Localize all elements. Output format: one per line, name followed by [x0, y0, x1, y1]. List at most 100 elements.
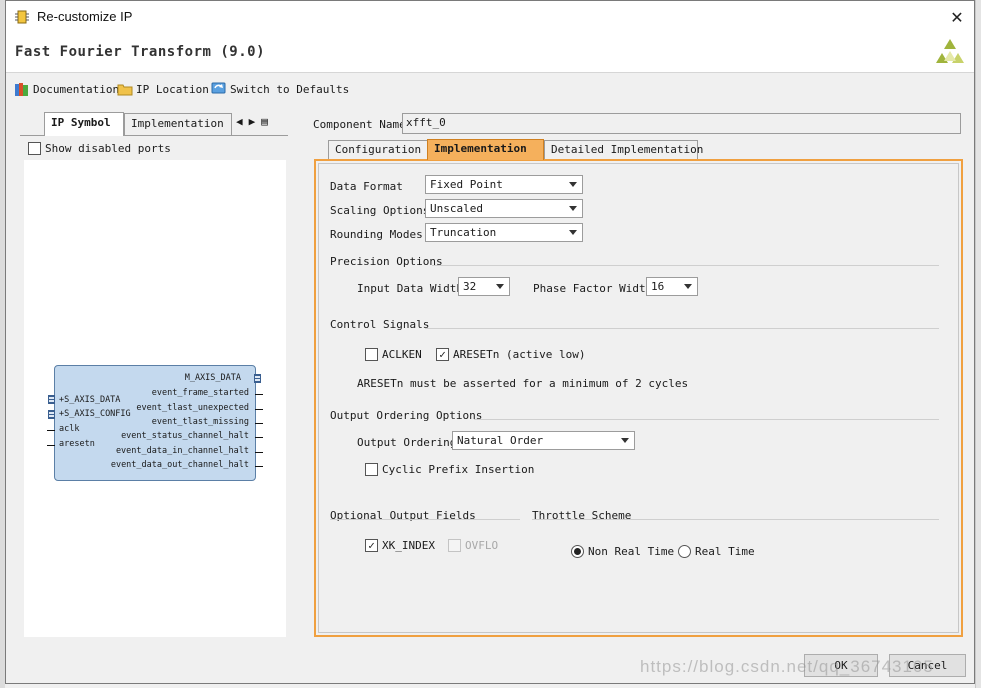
non-real-time-radio[interactable]: Non Real Time [571, 545, 674, 558]
port-event-data-in-channel-halt: event_data_in_channel_halt [115, 446, 249, 456]
throttle-scheme-heading: Throttle Scheme [532, 509, 632, 522]
input-data-width-select[interactable]: 32 [458, 277, 510, 296]
ip-header: Fast Fourier Transform (9.0) [6, 33, 974, 73]
checkmark-icon: ✓ [436, 348, 449, 361]
input-data-width-value: 32 [463, 280, 477, 293]
data-format-label: Data Format [330, 180, 403, 193]
rounding-modes-value: Truncation [430, 226, 497, 239]
ovflo-checkbox: OVFLO [448, 539, 498, 552]
folder-icon [117, 84, 133, 96]
xk-index-label: XK_INDEX [382, 539, 435, 552]
rounding-modes-select[interactable]: Truncation [425, 223, 583, 242]
chevron-down-icon [569, 206, 577, 211]
tab-configuration[interactable]: Configuration [328, 140, 429, 159]
scaling-options-label: Scaling Options [330, 204, 430, 217]
bus-pin-icon [254, 374, 261, 383]
tab-list-icon[interactable]: ▤ [261, 115, 268, 128]
component-name-label: Component Name [313, 118, 406, 131]
scroll-right-icon[interactable]: ▶ [249, 115, 256, 128]
chevron-down-icon [684, 284, 692, 289]
ip-chip-icon [15, 10, 29, 24]
tab-implementation[interactable]: Implementation [427, 139, 544, 160]
phase-factor-width-value: 16 [651, 280, 665, 293]
output-ordering-value: Natural Order [457, 434, 544, 447]
output-ordering-select[interactable]: Natural Order [452, 431, 635, 450]
checkmark-icon: ✓ [365, 539, 378, 552]
books-icon [15, 83, 28, 96]
documentation-button[interactable]: Documentation [14, 81, 119, 97]
pin-line [255, 452, 263, 453]
window-title: Re-customize IP [37, 9, 133, 24]
title-bar: Re-customize IP ✕ [6, 1, 974, 33]
tab-ip-symbol[interactable]: IP Symbol [44, 112, 124, 136]
cancel-button[interactable]: Cancel [889, 654, 966, 677]
toolbar: Documentation IP Location Switch to Defa… [6, 75, 974, 103]
dialog-window: Re-customize IP ✕ Fast Fourier Transform… [5, 0, 975, 684]
component-name-field[interactable]: xfft_0 [402, 113, 961, 134]
port-aresetn: aresetn [59, 439, 95, 449]
radio-selected-dot [574, 548, 581, 555]
checkbox-box [448, 539, 461, 552]
switch-defaults-button[interactable]: Switch to Defaults [211, 81, 349, 97]
radio-button [571, 545, 584, 558]
port-event-data-out-channel-halt: event_data_out_channel_halt [110, 460, 249, 470]
divider [432, 265, 939, 266]
refresh-icon [211, 82, 226, 94]
aresetn-note: ARESETn must be asserted for a minimum o… [357, 377, 689, 390]
left-panel: IP Symbol Implementation D ◀ ▶ ▤ Show di… [20, 109, 288, 639]
input-data-width-label: Input Data Width [357, 282, 463, 295]
symbol-canvas: M_AXIS_DATA event_frame_started event_tl… [24, 160, 286, 637]
xilinx-logo-icon [936, 39, 964, 63]
scaling-options-select[interactable]: Unscaled [425, 199, 583, 218]
ip-symbol-block: M_AXIS_DATA event_frame_started event_tl… [47, 365, 263, 481]
divider [532, 519, 939, 520]
chevron-down-icon [569, 230, 577, 235]
real-time-radio[interactable]: Real Time [678, 545, 755, 558]
checkbox-box [365, 348, 378, 361]
ip-location-button[interactable]: IP Location [117, 81, 209, 97]
divider [425, 328, 939, 329]
scroll-left-icon[interactable]: ◀ [236, 115, 243, 128]
pin-line [255, 437, 263, 438]
phase-factor-width-select[interactable]: 16 [646, 277, 698, 296]
tab-implementation-details[interactable]: Implementation D [124, 113, 232, 135]
port-s-axis-data: +S_AXIS_DATA [59, 395, 120, 405]
aclken-checkbox[interactable]: ACLKEN [365, 348, 422, 361]
implementation-content: Data Format Fixed Point Scaling Options … [318, 163, 959, 633]
ip-symbol-pane: Show disabled ports M_AXIS_DATA event_fr… [20, 135, 288, 639]
aclken-label: ACLKEN [382, 348, 422, 361]
aresetn-checkbox[interactable]: ✓ ARESETn (active low) [436, 348, 585, 361]
divider [474, 419, 939, 420]
close-button[interactable]: ✕ [940, 1, 974, 33]
checkbox-box [365, 463, 378, 476]
non-real-time-label: Non Real Time [588, 545, 675, 558]
show-disabled-ports-checkbox[interactable]: Show disabled ports [28, 142, 171, 155]
port-s-axis-config: +S_AXIS_CONFIG [59, 409, 131, 419]
data-format-value: Fixed Point [430, 178, 503, 191]
pin-line [255, 423, 263, 424]
port-aclk: aclk [59, 424, 80, 434]
scaling-options-value: Unscaled [430, 202, 483, 215]
divider [330, 519, 520, 520]
port-event-tlast-unexpected: event_tlast_unexpected [136, 403, 249, 413]
cyclic-prefix-checkbox[interactable]: Cyclic Prefix Insertion [365, 463, 534, 476]
optional-output-fields-heading: Optional Output Fields [330, 509, 476, 522]
bus-pin-icon [48, 395, 55, 404]
phase-factor-width-label: Phase Factor Width [533, 282, 653, 295]
aresetn-label: ARESETn (active low) [453, 348, 586, 361]
pin-line [255, 466, 263, 467]
xk-index-checkbox[interactable]: ✓ XK_INDEX [365, 539, 435, 552]
checkbox-box [28, 142, 41, 155]
radio-button [678, 545, 691, 558]
pin-line [47, 445, 55, 446]
port-event-tlast-missing: event_tlast_missing [151, 417, 249, 427]
tab-detailed-implementation[interactable]: Detailed Implementation [544, 140, 703, 159]
cyclic-prefix-label: Cyclic Prefix Insertion [382, 463, 535, 476]
switch-defaults-label: Switch to Defaults [230, 82, 350, 96]
ok-button[interactable]: OK [804, 654, 878, 677]
chevron-down-icon [569, 182, 577, 187]
data-format-select[interactable]: Fixed Point [425, 175, 583, 194]
port-s-axis-data-label: S_AXIS_DATA [64, 395, 121, 405]
implementation-panel: Data Format Fixed Point Scaling Options … [314, 159, 963, 637]
tab-navigation: ◀ ▶ ▤ [236, 115, 268, 128]
